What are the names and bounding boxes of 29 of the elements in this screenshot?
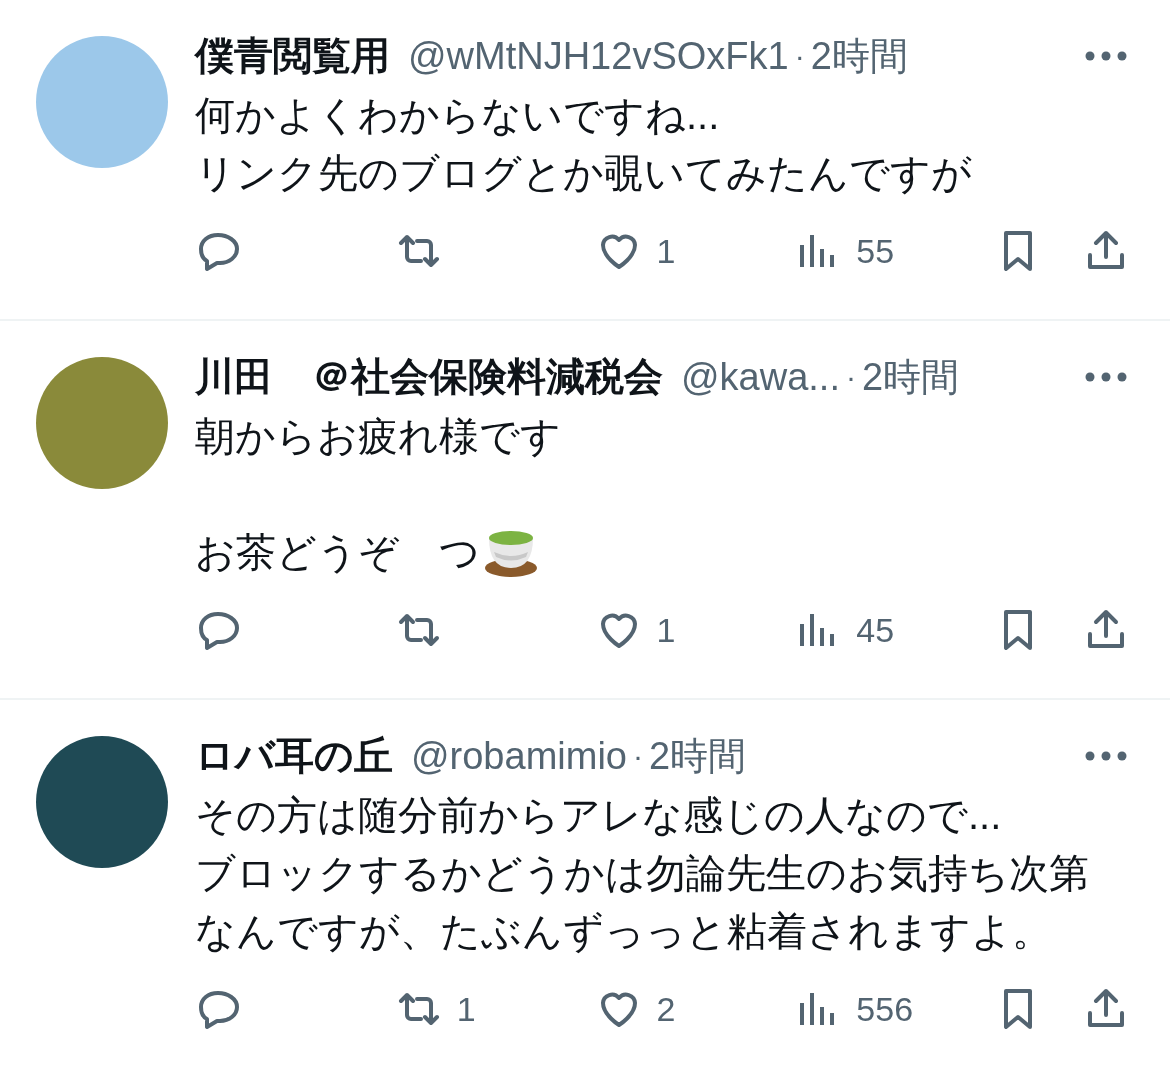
action-count: 1 [656,610,676,650]
separator-dot: · [794,39,805,73]
post-time[interactable]: 2時間 [861,351,960,403]
action-count: 556 [856,989,914,1029]
action-count: 2 [656,989,676,1029]
user-name[interactable]: 川田 ＠社会保険料減税会 [195,350,663,404]
user-name[interactable]: ロバ耳の丘 [195,729,393,783]
post-text: 何かよくわからないですね... [195,92,720,139]
post-text: ブロックするかどうかは勿論先生のお気持ち次第 [195,850,1089,897]
separator-dot: · [632,739,643,773]
post-time[interactable]: 2時間 [648,730,747,782]
post-text: 朝からお疲れ様です [195,413,561,460]
user-name[interactable]: 僕青閲覧用 [195,29,390,83]
user-handle[interactable]: @robamimio [411,734,627,778]
post-time[interactable]: 2時間 [810,30,908,82]
user-handle[interactable]: @kawa... [681,355,840,399]
more-icon[interactable] [1084,50,1128,62]
action-count: 55 [856,231,895,271]
post-text: リンク先のブログとか覗いてみたんですが [195,150,972,197]
post-text: なんですが、たぶんずっっと粘着されますよ。 [195,908,1052,955]
more-icon[interactable] [1084,371,1128,383]
action-count: 1 [656,231,676,271]
action-count: 1 [456,989,476,1029]
separator-dot: · [845,360,856,394]
post-text: お茶どうぞ つ [195,529,480,576]
action-count: 45 [856,610,895,650]
user-handle[interactable]: @wMtNJH12vSOxFk1 [408,34,789,78]
more-icon[interactable] [1084,750,1128,762]
post-text: その方は随分前からアレな感じの人なので... [195,792,1002,839]
